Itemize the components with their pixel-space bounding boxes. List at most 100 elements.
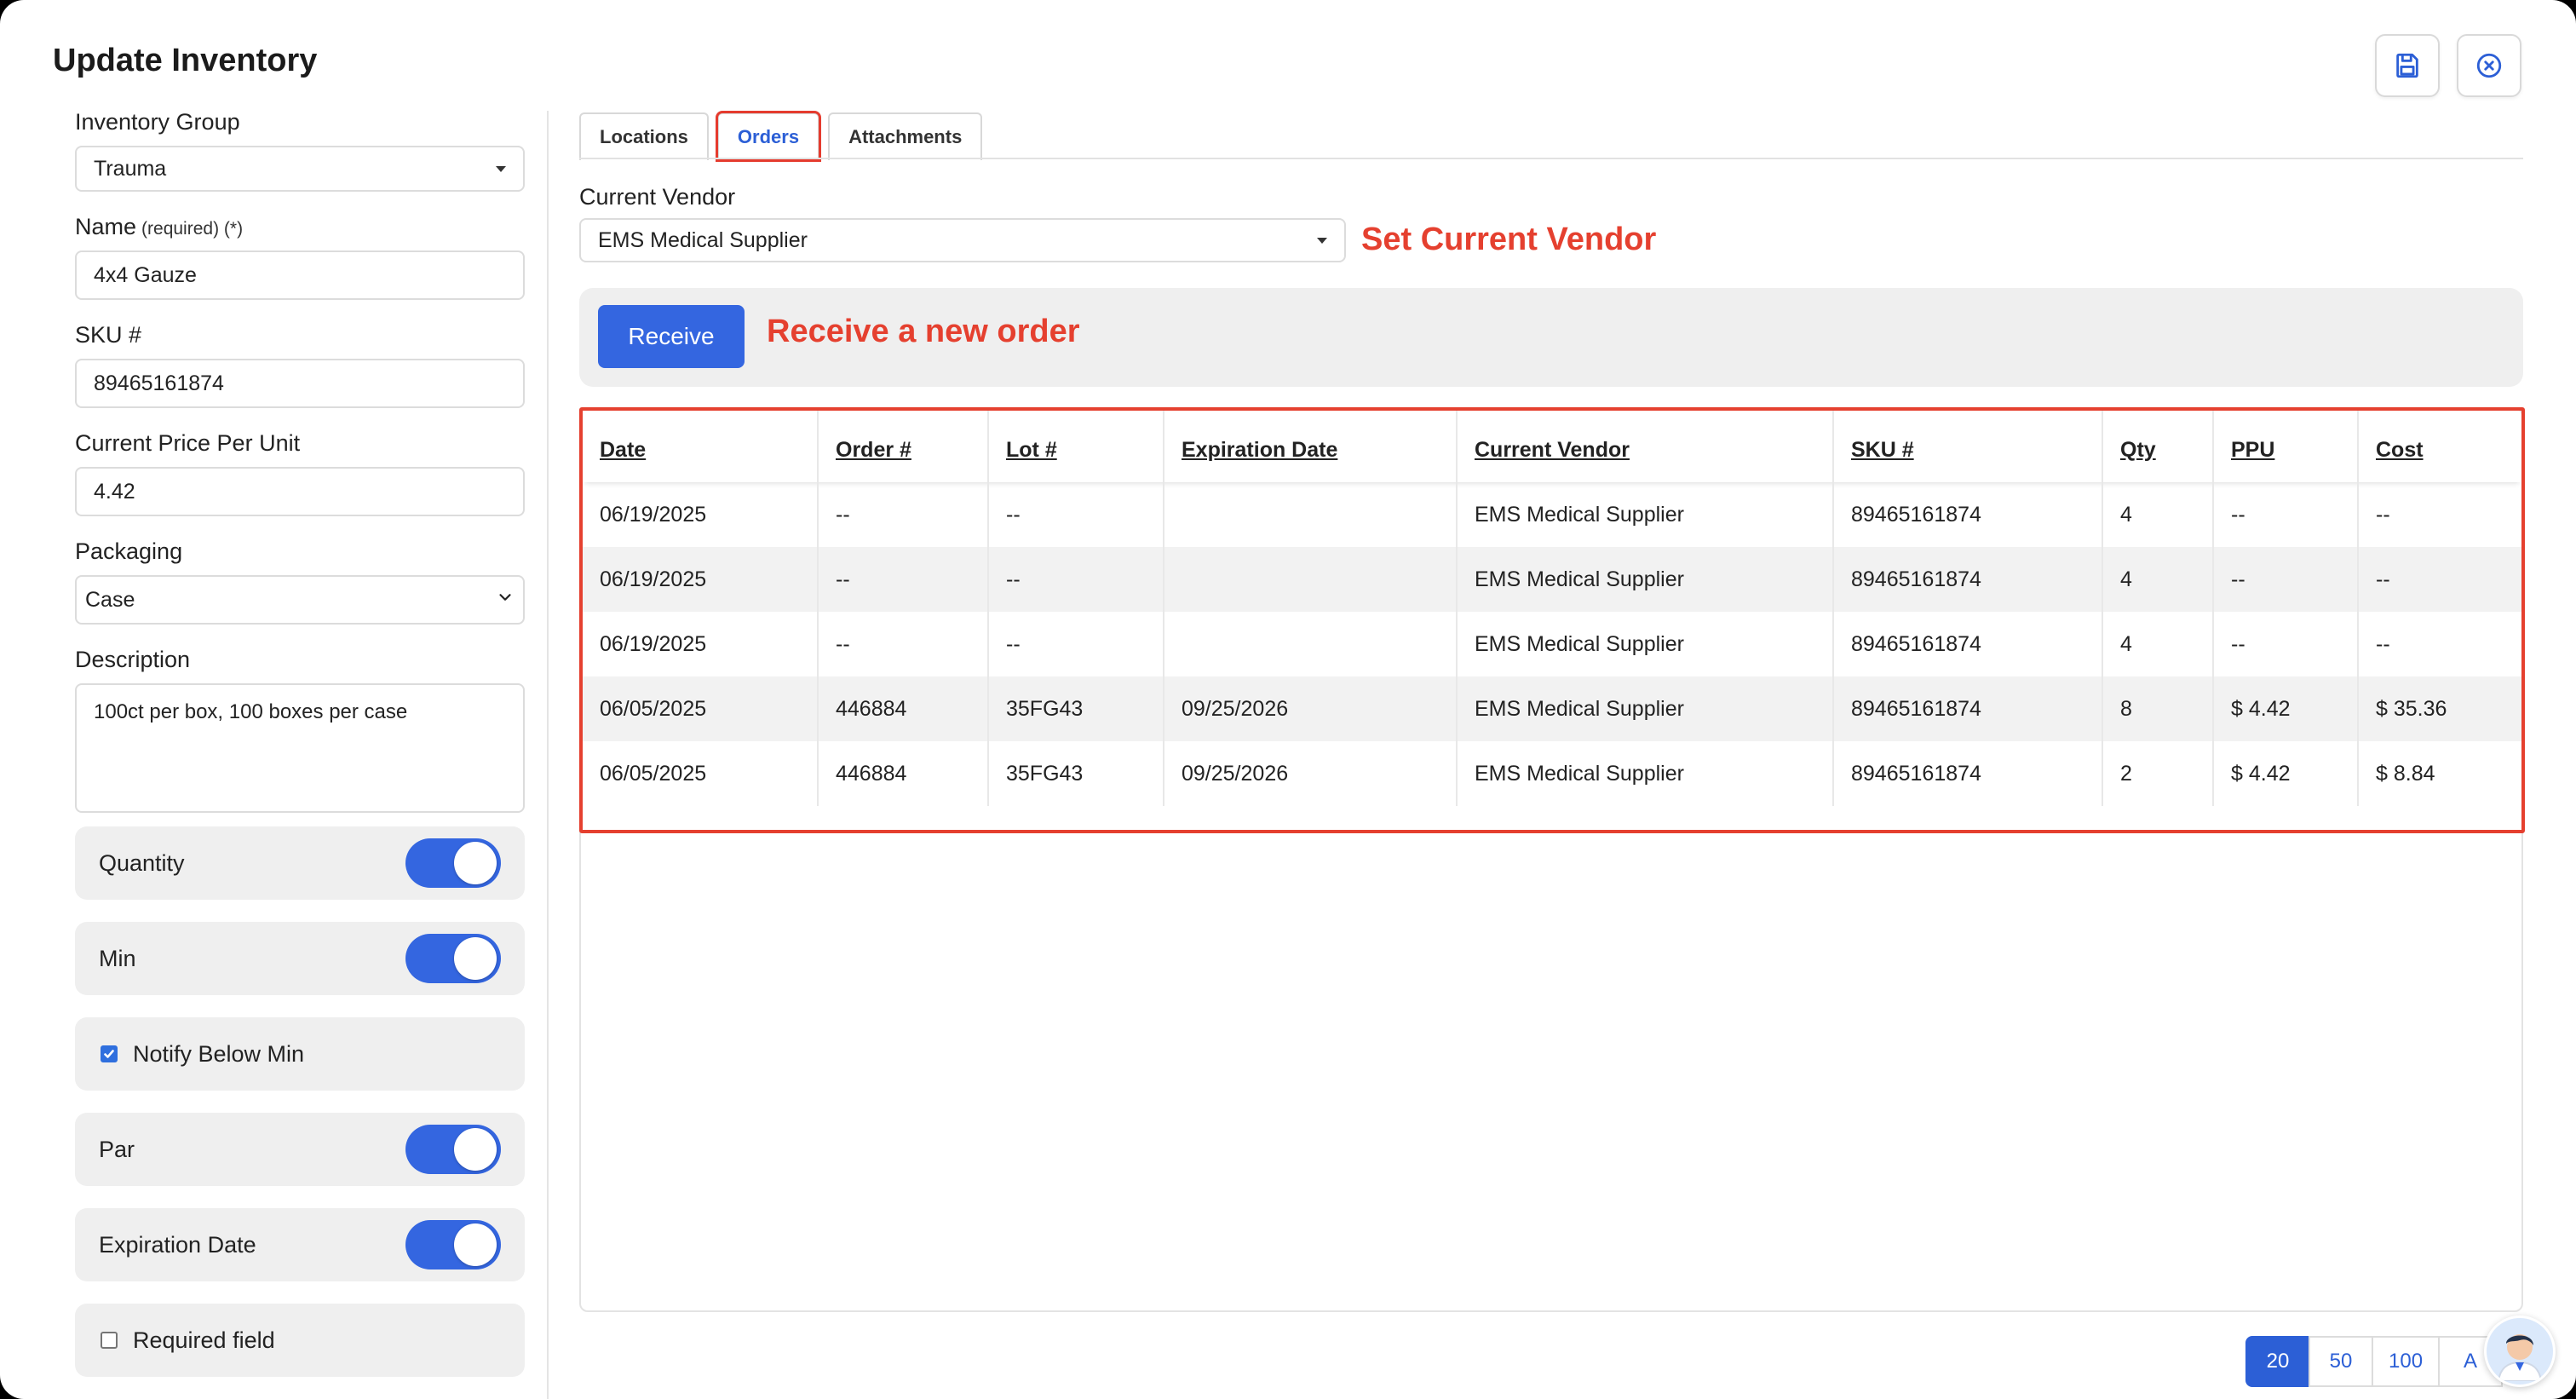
- table-cell: --: [2357, 547, 2521, 612]
- required-field-row: Required field: [75, 1304, 525, 1377]
- packaging-select[interactable]: Case: [75, 575, 525, 625]
- required-note: (required) (*): [141, 219, 244, 239]
- save-button[interactable]: [2375, 34, 2440, 97]
- sku-field[interactable]: 89465161874: [75, 359, 525, 408]
- par-toggle-row: Par: [75, 1113, 525, 1186]
- table-cell: EMS Medical Supplier: [1456, 547, 1833, 612]
- table-cell: 06/19/2025: [600, 631, 707, 656]
- table-row[interactable]: 06/05/2025 446884 35FG43 09/25/2026 EMS Medi…: [583, 676, 2521, 741]
- table-cell: 06/19/2025: [583, 547, 818, 612]
- name-label-text: Name: [75, 214, 137, 239]
- table-cell: 446884: [817, 676, 988, 741]
- current-vendor-value: EMS Medical Supplier: [598, 227, 808, 252]
- column-header[interactable]: PPU: [2212, 411, 2358, 482]
- table-row[interactable]: 06/19/2025 -- -- EMS Medical Supplier 894651…: [583, 547, 2521, 612]
- table-row[interactable]: 06/19/2025 -- -- EMS Medical Supplier 894651…: [583, 612, 2521, 676]
- orders-table-body: 06/19/2025 -- -- EMS Medical Supplier 894651…: [583, 482, 2521, 806]
- table-cell: EMS Medical Supplier: [1456, 676, 1833, 741]
- page-size-option[interactable]: 20: [2245, 1336, 2310, 1387]
- column-header[interactable]: Qty: [2102, 411, 2213, 482]
- page-size-option[interactable]: 100: [2372, 1336, 2441, 1387]
- checkmark-icon: [104, 1050, 114, 1058]
- required-field-checkbox[interactable]: [101, 1332, 118, 1349]
- min-toggle-row: Min: [75, 922, 525, 995]
- table-cell: 89465161874: [1832, 482, 2102, 547]
- toggle-knob: [454, 1223, 497, 1266]
- assistant-avatar[interactable]: [2484, 1316, 2556, 1387]
- column-header[interactable]: Current Vendor: [1456, 411, 1833, 482]
- sku-label: SKU #: [75, 322, 142, 348]
- table-cell: 4: [2102, 547, 2213, 612]
- table-cell: --: [2357, 482, 2521, 547]
- table-cell: 4: [2102, 612, 2213, 676]
- table-cell: 09/25/2026: [1163, 741, 1457, 806]
- table-cell: $ 8.84: [2357, 741, 2521, 806]
- inventory-group-select[interactable]: Trauma: [75, 146, 525, 192]
- expiration-date-toggle[interactable]: [405, 1220, 501, 1269]
- table-cell: 09/25/2026: [1163, 676, 1457, 741]
- assistant-avatar-icon: [2497, 1334, 2543, 1381]
- packaging-label: Packaging: [75, 538, 183, 564]
- receive-button[interactable]: Receive: [598, 305, 745, 368]
- inventory-form: Inventory Group Trauma Name (required) (*…: [75, 109, 526, 813]
- sku-value: 89465161874: [94, 371, 224, 395]
- expiration-date-toggle-row: Expiration Date: [75, 1208, 525, 1281]
- table-row[interactable]: 06/19/2025 -- -- EMS Medical Supplier 894651…: [583, 482, 2521, 547]
- tab-locations[interactable]: Locations: [579, 112, 709, 160]
- price-field[interactable]: 4.42: [75, 467, 525, 516]
- tab-attachments[interactable]: Attachments: [828, 112, 983, 160]
- notify-below-min-row: Notify Below Min: [75, 1017, 525, 1091]
- price-value: 4.42: [94, 479, 135, 504]
- table-cell: --: [817, 547, 988, 612]
- table-cell: EMS Medical Supplier: [1456, 741, 1833, 806]
- tab-bar: Locations Orders Attachments: [579, 111, 983, 162]
- page-size-option[interactable]: 50: [2309, 1336, 2373, 1387]
- table-cell: --: [987, 547, 1164, 612]
- table-cell: 89465161874: [1832, 612, 2102, 676]
- quantity-toggle[interactable]: [405, 838, 501, 888]
- table-cell: --: [817, 612, 988, 676]
- column-header[interactable]: Cost: [2357, 411, 2521, 482]
- table-cell: --: [2212, 612, 2358, 676]
- column-header[interactable]: Expiration Date: [1163, 411, 1457, 482]
- current-vendor-select[interactable]: EMS Medical Supplier: [579, 218, 1346, 262]
- name-field[interactable]: 4x4 Gauze: [75, 250, 525, 300]
- column-header[interactable]: Date: [583, 411, 818, 482]
- toggle-knob: [454, 842, 497, 884]
- notify-below-min-checkbox[interactable]: [101, 1045, 118, 1062]
- app-window: Update Inventory Inventory Group Trauma …: [0, 0, 2576, 1399]
- column-divider: [547, 111, 549, 1399]
- tab-orders[interactable]: Orders: [715, 111, 822, 162]
- dropdown-caret-icon: [1317, 237, 1327, 244]
- table-row[interactable]: 06/05/2025 446884 35FG43 09/25/2026 EMS Medi…: [583, 741, 2521, 806]
- par-toggle[interactable]: [405, 1125, 501, 1174]
- table-cell: 06/05/2025: [583, 676, 818, 741]
- table-cell: EMS Medical Supplier: [1456, 482, 1833, 547]
- expiration-date-toggle-label: Expiration Date: [99, 1231, 256, 1258]
- table-cell: [1163, 612, 1457, 676]
- column-header[interactable]: SKU #: [1832, 411, 2102, 482]
- table-cell: EMS Medical Supplier: [1456, 612, 1833, 676]
- name-value: 4x4 Gauze: [94, 262, 197, 287]
- table-cell: 89465161874: [1832, 676, 2102, 741]
- column-header[interactable]: Lot #: [987, 411, 1164, 482]
- chevron-down-icon: [496, 588, 515, 613]
- quantity-toggle-label: Quantity: [99, 849, 185, 876]
- table-cell: 89465161874: [1832, 547, 2102, 612]
- description-label: Description: [75, 647, 191, 672]
- current-vendor-label: Current Vendor: [579, 184, 736, 210]
- toggle-knob: [454, 937, 497, 980]
- table-cell: --: [987, 482, 1164, 547]
- table-cell: --: [2212, 547, 2358, 612]
- close-button[interactable]: [2457, 34, 2521, 97]
- min-toggle[interactable]: [405, 934, 501, 983]
- description-value: 100ct per box, 100 boxes per case: [94, 700, 408, 723]
- description-textarea[interactable]: 100ct per box, 100 boxes per case: [75, 683, 525, 813]
- min-toggle-label: Min: [99, 945, 136, 971]
- table-cell: $ 4.42: [2212, 741, 2358, 806]
- table-cell: 2: [2102, 741, 2213, 806]
- column-header[interactable]: Order #: [817, 411, 988, 482]
- table-header-row: Date Order # Lot # Expiration Date Current V…: [583, 411, 2521, 482]
- table-cell: $ 4.42: [2212, 676, 2358, 741]
- notify-below-min-label: Notify Below Min: [133, 1040, 305, 1067]
